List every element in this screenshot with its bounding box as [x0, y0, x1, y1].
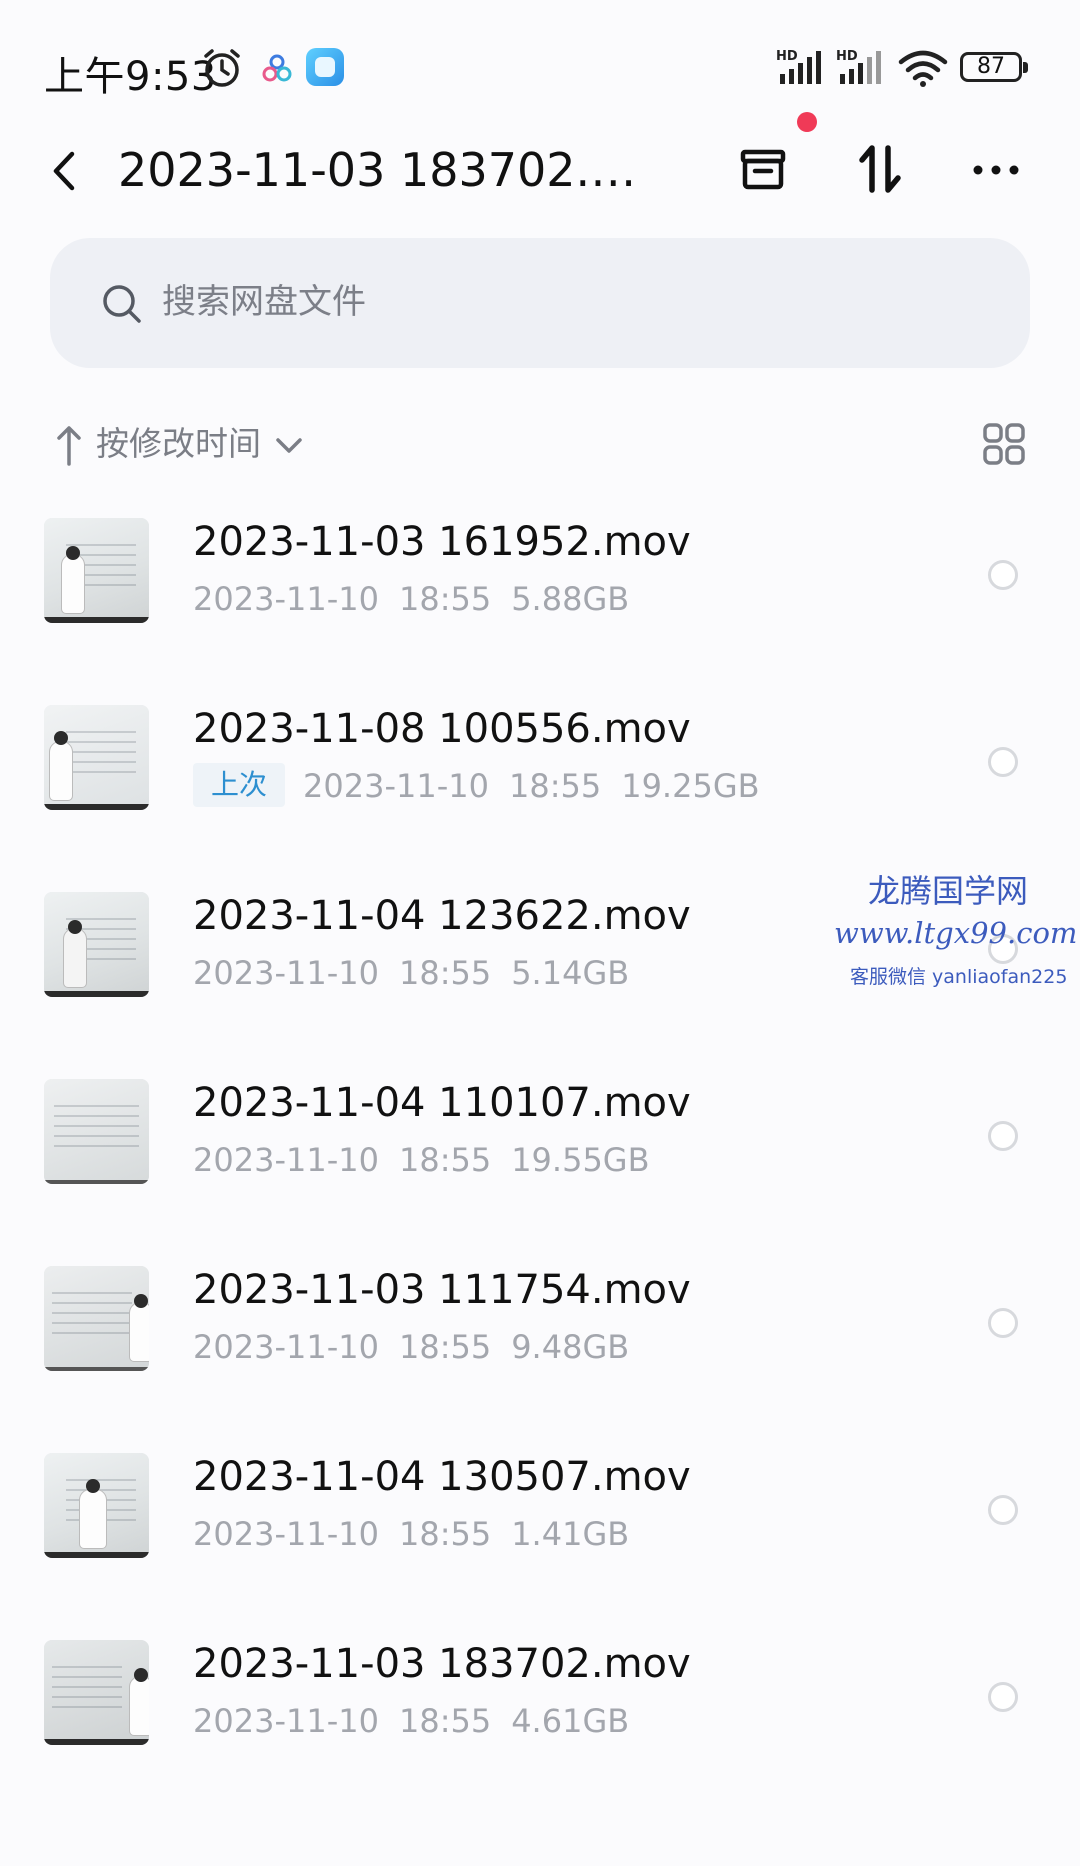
signal-icon-2: HD	[836, 49, 881, 84]
wifi-icon	[898, 50, 948, 87]
page-title: 2023-11-03 183702.mo...	[118, 143, 658, 197]
video-thumbnail	[44, 892, 149, 997]
video-thumbnail	[44, 1266, 149, 1371]
watermark-url: www.ltgx99.com	[834, 916, 1078, 950]
file-name: 2023-11-03 161952.mov	[193, 519, 691, 565]
status-time: 上午9:53	[44, 54, 217, 100]
watermark-title: 龙腾国学网	[868, 872, 1029, 910]
file-meta: 2023-11-10 18:55 4.61GB	[193, 1698, 629, 1744]
select-radio[interactable]	[988, 747, 1018, 777]
file-size: 9.48GB	[511, 1328, 630, 1366]
file-time: 18:55	[398, 1328, 492, 1366]
last-opened-badge: 上次	[193, 763, 286, 807]
file-time: 18:55	[398, 1702, 492, 1740]
more-icon[interactable]	[966, 140, 1026, 200]
file-size: 19.55GB	[511, 1141, 650, 1179]
file-date: 2023-11-10	[193, 580, 379, 618]
video-thumbnail	[44, 1640, 149, 1745]
file-name: 2023-11-03 111754.mov	[193, 1267, 691, 1313]
transfer-icon[interactable]	[850, 140, 910, 200]
file-meta: 2023-11-10 18:55 19.55GB	[193, 1137, 650, 1183]
file-name: 2023-11-04 130507.mov	[193, 1454, 691, 1500]
file-size: 5.88GB	[511, 580, 630, 618]
file-meta: 2023-11-10 18:55 5.14GB	[193, 950, 629, 996]
status-bar: 上午9:53 HD HD 87	[0, 0, 1080, 120]
file-name: 2023-11-04 110107.mov	[193, 1080, 691, 1126]
sort-direction-icon[interactable]	[56, 424, 82, 466]
watermark-contact: 客服微信 yanliaofan225	[850, 966, 1068, 988]
file-meta: 2023-11-10 18:55 5.88GB	[193, 576, 629, 622]
file-date: 2023-11-10	[193, 1702, 379, 1740]
search-input[interactable]: 搜索网盘文件	[162, 276, 366, 328]
file-row[interactable]: 2023-11-04 130507.mov 2023-11-10 18:55 1.4…	[0, 1435, 1080, 1622]
select-radio[interactable]	[988, 560, 1018, 590]
file-name: 2023-11-03 183702.mov	[193, 1641, 691, 1687]
file-row[interactable]: 2023-11-03 161952.mov 2023-11-10 18:55 5.8…	[0, 500, 1080, 687]
back-icon[interactable]	[46, 146, 86, 196]
svg-text:HD: HD	[836, 49, 858, 64]
file-row[interactable]: 2023-11-03 111754.mov 2023-11-10 18:55 9.4…	[0, 1248, 1080, 1435]
sort-bar: 按修改时间	[50, 418, 1030, 470]
file-meta: 上次 2023-11-10 18:55 19.25GB	[193, 763, 760, 809]
file-row[interactable]: 2023-11-04 110107.mov 2023-11-10 18:55 19.…	[0, 1061, 1080, 1248]
file-row[interactable]: 2023-11-03 183702.mov 2023-11-10 18:55 4.6…	[0, 1622, 1080, 1809]
video-thumbnail	[44, 1453, 149, 1558]
grid-view-icon[interactable]	[982, 422, 1026, 466]
file-time: 18:55	[398, 1515, 492, 1553]
select-radio[interactable]	[988, 1495, 1018, 1525]
alarm-icon	[204, 49, 240, 87]
app-notification-icon-2	[306, 48, 344, 86]
file-name: 2023-11-04 123622.mov	[193, 893, 691, 939]
file-size: 19.25GB	[621, 767, 760, 805]
file-time: 18:55	[398, 1141, 492, 1179]
archive-icon[interactable]	[733, 140, 793, 200]
file-date: 2023-11-10	[303, 767, 489, 805]
search-icon	[103, 285, 141, 323]
select-radio[interactable]	[988, 1682, 1018, 1712]
file-date: 2023-11-10	[193, 1141, 379, 1179]
file-date: 2023-11-10	[193, 1515, 379, 1553]
file-name: 2023-11-08 100556.mov	[193, 706, 691, 752]
video-thumbnail	[44, 1079, 149, 1184]
battery-indicator: 87	[960, 52, 1028, 82]
file-meta: 2023-11-10 18:55 9.48GB	[193, 1324, 629, 1370]
search-bar[interactable]: 搜索网盘文件	[50, 238, 1030, 368]
file-time: 18:55	[398, 954, 492, 992]
file-size: 4.61GB	[511, 1702, 630, 1740]
top-bar: 2023-11-03 183702.mo...	[0, 120, 1080, 220]
video-thumbnail	[44, 518, 149, 623]
file-time: 18:55	[508, 767, 602, 805]
file-meta: 2023-11-10 18:55 1.41GB	[193, 1511, 629, 1557]
signal-icon: HD	[776, 49, 821, 84]
sort-label[interactable]: 按修改时间	[96, 418, 261, 470]
video-thumbnail	[44, 705, 149, 810]
file-date: 2023-11-10	[193, 1328, 379, 1366]
notification-dot	[797, 112, 817, 132]
chevron-down-icon[interactable]	[272, 428, 306, 462]
file-size: 1.41GB	[511, 1515, 630, 1553]
file-row[interactable]: 2023-11-08 100556.mov 上次 2023-11-10 18:55 1…	[0, 687, 1080, 874]
signal1-label: HD	[776, 49, 798, 64]
select-radio[interactable]	[988, 1308, 1018, 1338]
file-time: 18:55	[398, 580, 492, 618]
app-notification-icon	[262, 54, 292, 82]
file-date: 2023-11-10	[193, 954, 379, 992]
select-radio[interactable]	[988, 1121, 1018, 1151]
file-size: 5.14GB	[511, 954, 630, 992]
